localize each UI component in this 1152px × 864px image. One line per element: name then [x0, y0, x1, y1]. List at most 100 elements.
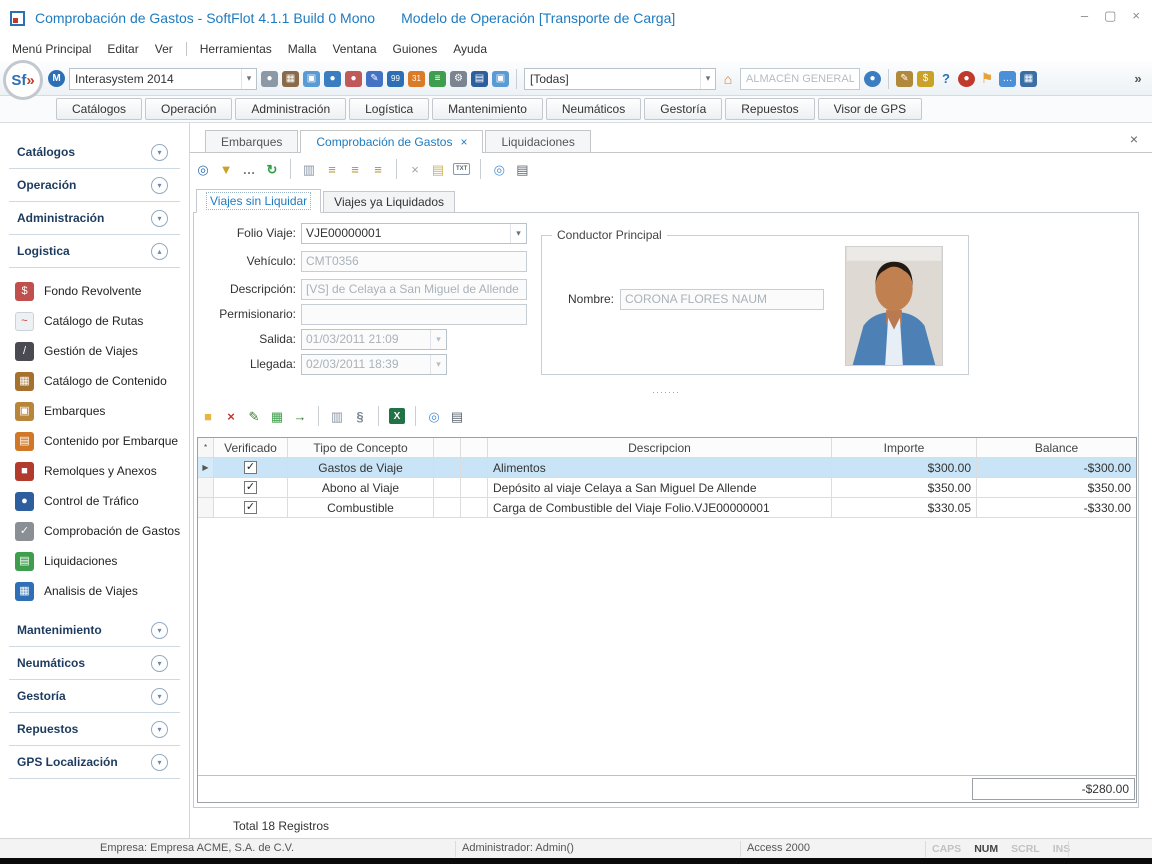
window-icon[interactable]: ▣ [492, 71, 509, 87]
chevron-down-icon[interactable]: ▾ [151, 622, 168, 639]
sidebar-section-repuestos[interactable]: Repuestos ▾ [9, 713, 180, 746]
menu-principal[interactable]: Menú Principal [4, 39, 99, 59]
ribbon-tab-operacion[interactable]: Operación [145, 98, 232, 120]
refresh-icon[interactable]: ↻ [264, 163, 280, 176]
coins-icon[interactable]: $ [917, 71, 934, 87]
sidebar-item-gestion-viajes[interactable]: / Gestión de Viajes [0, 336, 189, 366]
sidebar-section-logistica[interactable]: Logistica ▴ [9, 235, 180, 268]
menu-guiones[interactable]: Guiones [385, 39, 446, 59]
notes-icon[interactable]: ▤ [430, 163, 446, 176]
users-icon[interactable]: ● [345, 71, 362, 87]
globe-icon[interactable]: ● [324, 71, 341, 87]
ribbon-tab-repuestos[interactable]: Repuestos [725, 98, 814, 120]
open-icon[interactable]: ■ [200, 410, 216, 423]
sidebar-item-catalogo-rutas[interactable]: ~ Catálogo de Rutas [0, 306, 189, 336]
home-icon[interactable]: ⌂ [720, 71, 736, 87]
grid-header-tipo[interactable]: Tipo de Concepto [288, 438, 434, 457]
menu-editar[interactable]: Editar [99, 39, 146, 59]
sidebar-item-contenido-embarque[interactable]: ▤ Contenido por Embarque [0, 426, 189, 456]
ribbon-tab-catalogos[interactable]: Catálogos [56, 98, 142, 120]
menu-ver[interactable]: Ver [147, 39, 181, 59]
grid-header-balance[interactable]: Balance [977, 438, 1136, 457]
grid-header-verificado[interactable]: Verificado [214, 438, 288, 457]
menu-ventana[interactable]: Ventana [324, 39, 384, 59]
permissions-icon[interactable]: ✎ [896, 71, 913, 87]
list-icon[interactable]: ≡ [429, 71, 446, 87]
sidebar-item-remolques-anexos[interactable]: ■ Remolques y Anexos [0, 456, 189, 486]
ribbon-tab-visor-gps[interactable]: Visor de GPS [818, 98, 922, 120]
clock-icon[interactable]: ● [261, 71, 278, 87]
tree-levels-icon[interactable]: ≡ [370, 163, 386, 176]
sidebar-item-liquidaciones[interactable]: ▤ Liquidaciones [0, 546, 189, 576]
ledger-icon[interactable]: ▤ [471, 71, 488, 87]
close-button[interactable]: × [1132, 8, 1140, 24]
print-icon[interactable]: ▤ [514, 163, 530, 176]
grid-header-descripcion[interactable]: Descripcion [488, 438, 832, 457]
minimize-button[interactable]: – [1081, 8, 1088, 24]
paste-grid-icon[interactable]: ▥ [329, 410, 345, 423]
company-combobox[interactable]: Interasystem 2014 ▾ [69, 68, 257, 90]
menu-ayuda[interactable]: Ayuda [445, 39, 495, 59]
splitter-handle[interactable]: ······· [194, 387, 1138, 397]
tab-close-icon[interactable]: × [460, 135, 467, 149]
monitor-icon[interactable]: ▦ [1020, 71, 1037, 87]
overflow-chevron-icon[interactable]: » [1130, 71, 1146, 86]
folio-viaje-combobox[interactable]: VJE00000001 ▾ [301, 223, 527, 244]
clear-icon[interactable]: × [407, 163, 423, 176]
ribbon-tab-neumaticos[interactable]: Neumáticos [546, 98, 641, 120]
chevron-down-icon[interactable]: ▾ [151, 655, 168, 672]
number-99-icon[interactable]: 99 [387, 71, 404, 87]
grid-header-col4[interactable] [434, 438, 461, 457]
sidebar-item-fondo-revolvente[interactable]: $ Fondo Revolvente [0, 276, 189, 306]
chevron-down-icon[interactable]: ▾ [151, 754, 168, 771]
doc-tab-liquidaciones[interactable]: Liquidaciones [485, 130, 590, 152]
paste-icon[interactable]: ▥ [301, 163, 317, 176]
grid-row[interactable]: ▶ ✓ Gastos de Viaje Alimentos $300.00 -$… [198, 458, 1136, 478]
filter-icon[interactable]: ▼ [218, 163, 234, 176]
menu-herramientas[interactable]: Herramientas [192, 39, 280, 59]
find-icon[interactable]: ◎ [195, 163, 211, 176]
sidebar-section-mantenimiento[interactable]: Mantenimiento ▾ [9, 614, 180, 647]
doc-tab-embarques[interactable]: Embarques [205, 130, 298, 152]
globe2-icon[interactable]: ● [864, 71, 881, 87]
chevron-down-icon[interactable]: ▾ [151, 177, 168, 194]
ribbon-tab-gestoria[interactable]: Gestoría [644, 98, 722, 120]
sidebar-item-catalogo-contenido[interactable]: ▦ Catálogo de Contenido [0, 366, 189, 396]
collapse-tree-icon[interactable]: ≡ [347, 163, 363, 176]
chevron-up-icon[interactable]: ▴ [151, 243, 168, 260]
expand-tree-icon[interactable]: ≡ [324, 163, 340, 176]
sidebar-item-control-trafico[interactable]: ● Control de Tráfico [0, 486, 189, 516]
print-grid-icon[interactable]: ▤ [449, 410, 465, 423]
grid-row[interactable]: ✓ Combustible Carga de Combustible del V… [198, 498, 1136, 518]
verificado-checkbox[interactable]: ✓ [244, 501, 257, 514]
preview-icon[interactable]: ◎ [491, 163, 507, 176]
export-row-icon[interactable]: → [292, 410, 308, 423]
doc-tab-comprobacion-gastos[interactable]: Comprobación de Gastos × [300, 130, 483, 153]
module-icon[interactable]: M [48, 70, 65, 87]
tab-viajes-ya-liquidados[interactable]: Viajes ya Liquidados [323, 191, 455, 213]
sidebar-item-embarques[interactable]: ▣ Embarques [0, 396, 189, 426]
sidebar-section-gestoria[interactable]: Gestoría ▾ [9, 680, 180, 713]
flag-icon[interactable]: ⚑ [979, 70, 995, 87]
catalog-icon[interactable]: ▦ [282, 71, 299, 87]
attach-icon[interactable]: § [352, 410, 368, 423]
report-icon[interactable]: ✎ [366, 71, 383, 87]
restore-button[interactable]: ▢ [1104, 8, 1116, 24]
bug-icon[interactable]: ● [958, 71, 975, 87]
ribbon-tab-logistica[interactable]: Logística [349, 98, 429, 120]
add-row-icon[interactable]: ▦ [269, 410, 285, 423]
excel-export-icon[interactable]: X [389, 408, 405, 424]
grid-header-col5[interactable] [461, 438, 488, 457]
sidebar-section-neumaticos[interactable]: Neumáticos ▾ [9, 647, 180, 680]
sidebar-item-comprobacion-gastos[interactable]: ✓ Comprobación de Gastos [0, 516, 189, 546]
sidebar-section-gps-localizacion[interactable]: GPS Localización ▾ [9, 746, 180, 779]
sidebar-section-administracion[interactable]: Administración ▾ [9, 202, 180, 235]
edit-row-icon[interactable]: ✎ [246, 410, 262, 423]
grid-row[interactable]: ✓ Abono al Viaje Depósito al viaje Celay… [198, 478, 1136, 498]
help-icon[interactable]: ? [938, 71, 954, 86]
close-pane-icon[interactable]: × [1130, 131, 1138, 147]
delete-row-icon[interactable]: × [223, 410, 239, 423]
image-icon[interactable]: ▣ [303, 71, 320, 87]
sidebar-section-operacion[interactable]: Operación ▾ [9, 169, 180, 202]
txt-export-icon[interactable]: TXT [453, 163, 470, 175]
